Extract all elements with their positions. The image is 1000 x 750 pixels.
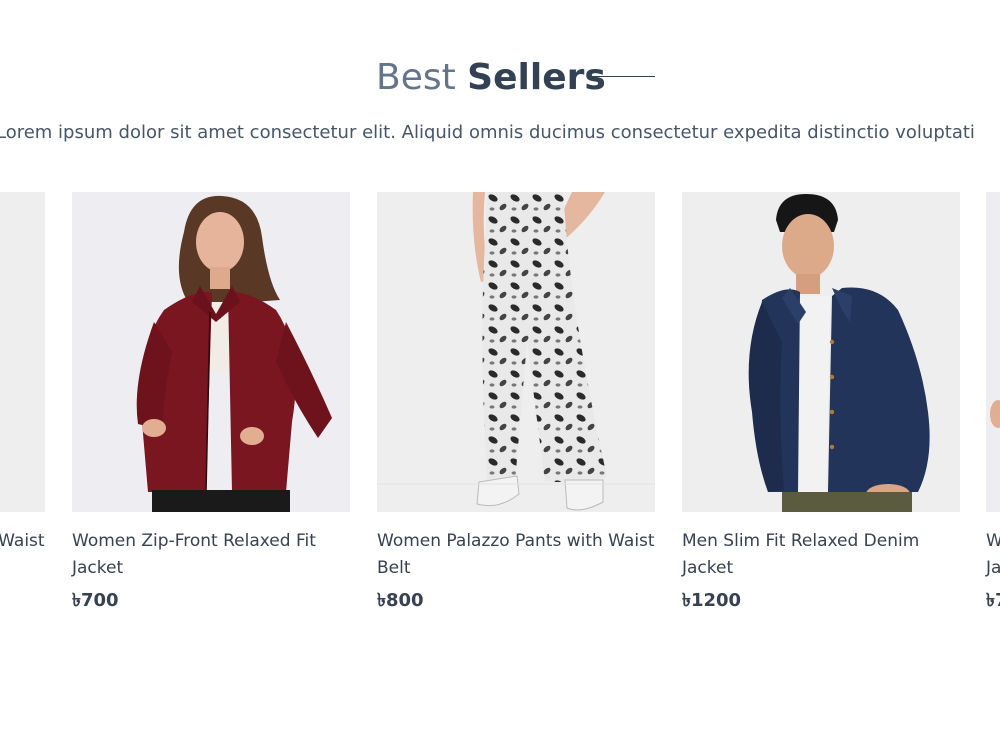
product-image[interactable]	[682, 192, 960, 512]
product-price: ৳800	[0, 586, 45, 617]
product-card[interactable]: Women Zip-Front Relaxed Fit Jacket ৳700	[72, 192, 350, 617]
product-price: ৳1200	[682, 586, 960, 617]
product-photo-palazzo-pants	[377, 192, 655, 512]
product-card[interactable]: Women Zip-Front Relaxed Fit Jacket ৳700	[986, 192, 1000, 617]
title-bold: Sellers	[467, 57, 606, 98]
product-name[interactable]: Women Palazzo Pants with Waist Belt	[0, 528, 45, 582]
product-card[interactable]: Women Palazzo Pants with Waist Belt ৳800	[377, 192, 655, 617]
price-value: 1200	[690, 590, 742, 611]
section-header: Best Sellers	[0, 52, 1000, 106]
product-card[interactable]: Men Slim Fit Relaxed Denim Jacket ৳1200	[682, 192, 960, 617]
product-photo-maroon-jacket	[986, 192, 1000, 512]
product-price: ৳700	[72, 586, 350, 617]
price-value: 700	[80, 590, 119, 611]
product-photo-denim-jacket	[682, 192, 960, 512]
product-price: ৳700	[986, 586, 1000, 617]
best-sellers-page: Best Sellers Lorem ipsum dolor sit amet …	[0, 0, 1000, 750]
product-photo-maroon-jacket	[72, 192, 350, 512]
product-name[interactable]: Women Zip-Front Relaxed Fit Jacket	[72, 528, 350, 582]
currency-symbol: ৳	[682, 590, 691, 611]
title-light: Best	[376, 57, 456, 98]
product-image[interactable]	[377, 192, 655, 512]
product-image[interactable]	[0, 192, 45, 512]
product-price: ৳800	[377, 586, 655, 617]
product-photo-palazzo	[0, 192, 45, 512]
currency-symbol: ৳	[986, 590, 995, 611]
product-name[interactable]: Women Zip-Front Relaxed Fit Jacket	[986, 528, 1000, 582]
title-underline-rule	[591, 76, 655, 77]
price-value: 700	[995, 590, 1000, 611]
currency-symbol: ৳	[377, 590, 386, 611]
section-title: Best Sellers	[376, 56, 606, 100]
currency-symbol: ৳	[72, 590, 81, 611]
section-subtitle: Lorem ipsum dolor sit amet consectetur e…	[0, 122, 975, 143]
price-value: 800	[385, 590, 424, 611]
product-card[interactable]: Women Palazzo Pants with Waist Belt ৳800	[0, 192, 45, 617]
product-name[interactable]: Women Palazzo Pants with Waist Belt	[377, 528, 655, 582]
product-image[interactable]	[72, 192, 350, 512]
product-name[interactable]: Men Slim Fit Relaxed Denim Jacket	[682, 528, 960, 582]
product-image[interactable]	[986, 192, 1000, 512]
product-carousel[interactable]: Women Palazzo Pants with Waist Belt ৳800	[0, 192, 1000, 632]
